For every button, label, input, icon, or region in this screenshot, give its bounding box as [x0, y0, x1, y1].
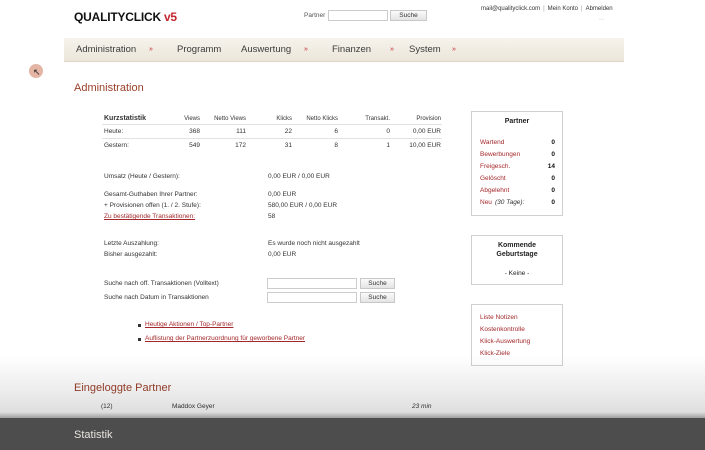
letzte-auszahlung-label: Letzte Auszahlung: — [104, 240, 159, 247]
stats-cell: 0,00 EUR — [412, 128, 441, 135]
partner-bewerbungen-count: 0 — [551, 151, 555, 158]
stats-cell: 111 — [236, 128, 246, 135]
nav-system[interactable]: System — [409, 38, 441, 62]
header-small-icons: ▫ ▫ — [599, 17, 604, 23]
bestaetigen-link[interactable]: Zu bestätigende Transaktionen: — [104, 213, 195, 220]
stats-header-transakt: Transakt. — [365, 116, 390, 122]
account-email: mail@qualityclick.com — [481, 6, 541, 12]
partner-bewerbungen-link[interactable]: Bewerbungen — [480, 151, 520, 158]
partner-wartend-link[interactable]: Wartend — [480, 139, 504, 146]
partnerzuordnung-link[interactable]: Auflistung der Partnerzuordnung für gewo… — [145, 335, 305, 342]
provisionen-value: 580,00 EUR / 0,00 EUR — [268, 202, 338, 209]
birthday-empty-text: - Keine - — [504, 270, 530, 277]
logged-in-partners-title: Eingeloggte Partner — [74, 382, 172, 394]
stats-header-netto-views: Netto Views — [214, 116, 246, 122]
partner-geloescht-link[interactable]: Gelöscht — [480, 175, 506, 182]
kostenkontrolle-link[interactable]: Kostenkontrolle — [480, 326, 525, 333]
top-links: mail@qualityclick.com | Mein Konto | Abmelde… — [481, 6, 613, 12]
birthday-box-title-line1: Kommende — [497, 242, 537, 249]
nav-marker-icon: » — [390, 46, 394, 53]
nav-auswertung[interactable]: Auswertung — [241, 38, 291, 62]
page-title: Administration — [74, 82, 144, 94]
logout-link[interactable]: Abmelden — [586, 6, 613, 12]
letzte-auszahlung-value: Es wurde noch nicht ausgezahlt — [268, 240, 360, 247]
logo[interactable]: QUALITYCLICK v5 — [74, 10, 177, 24]
partner-abgelehnt-count: 0 — [551, 187, 555, 194]
stats-header-klicks: Klicks — [276, 116, 292, 122]
partner-search-label: Partner — [304, 12, 326, 19]
birthday-box-title-line2: Geburtstage — [496, 251, 538, 258]
partner-geloescht-count: 0 — [551, 175, 555, 182]
logged-in-partner-id[interactable]: (12) — [101, 403, 113, 410]
logo-text: QUALITYCLICK — [74, 10, 161, 24]
umsatz-label: Umsatz (Heute / Gestern): — [104, 173, 180, 180]
stats-cell: 10,00 EUR — [409, 142, 441, 149]
partner-neu-period: (30 Tage): — [495, 199, 525, 206]
nav-finanzen[interactable]: Finanzen — [332, 38, 371, 62]
partner-wartend-count: 0 — [551, 139, 555, 146]
nav-programm[interactable]: Programm — [177, 38, 221, 62]
stats-cell: 8 — [334, 142, 338, 149]
stats-cell: 22 — [284, 128, 292, 135]
bestaetigen-value: 58 — [268, 213, 276, 220]
bisher-label: Bisher ausgezahlt: — [104, 251, 158, 258]
heutige-aktionen-link[interactable]: Heutige Aktionen / Top-Partner — [145, 321, 233, 328]
stats-cell: 549 — [189, 142, 200, 149]
nav-marker-icon: » — [149, 46, 153, 53]
datum-search-input[interactable] — [267, 292, 357, 303]
volltext-search-input[interactable] — [267, 278, 357, 289]
volltext-search-label: Suche nach off. Transaktionen (Volltext) — [104, 280, 219, 287]
klick-ziele-link[interactable]: Klick-Ziele — [480, 350, 510, 357]
partner-search-input[interactable] — [328, 10, 388, 21]
statistik-title: Statistik — [74, 429, 113, 441]
stats-header-netto-klicks: Netto Klicks — [306, 116, 338, 122]
bisher-value: 0,00 EUR — [268, 251, 297, 258]
main-nav: Administration » Programm Auswertung » F… — [64, 38, 624, 62]
datum-search-label: Suche nach Datum in Transaktionen — [104, 294, 209, 301]
datum-search-button[interactable]: Suche — [360, 292, 395, 303]
stats-cell: 368 — [189, 128, 200, 135]
logged-in-partner-name[interactable]: Maddox Geyer — [172, 403, 215, 410]
umsatz-value: 0,00 EUR / 0,00 EUR — [268, 173, 330, 180]
nav-administration[interactable]: Administration — [76, 38, 136, 62]
bullet-icon — [138, 338, 141, 341]
birthday-box: Kommende Geburtstage - Keine - — [471, 235, 563, 285]
guthaben-value: 0,00 EUR — [268, 191, 297, 198]
stats-cell: 0 — [386, 128, 390, 135]
partner-neu-link[interactable]: Neu — [480, 199, 492, 206]
logged-in-partner-time: 23 min — [412, 403, 432, 410]
stats-row-label: Heute: — [104, 128, 124, 135]
provisionen-label: + Provisionen offen (1. / 2. Stufe): — [104, 202, 201, 209]
partner-abgelehnt-link[interactable]: Abgelehnt — [480, 187, 509, 194]
partner-box: Partner Wartend 0 Bewerbungen 0 Freigesc… — [471, 111, 563, 216]
stats-header-views: Views — [184, 116, 200, 122]
tools-box: Liste Notizen Kostenkontrolle Klick-Ausw… — [471, 304, 563, 366]
bullet-icon — [138, 324, 141, 327]
stats-cell: 172 — [235, 142, 246, 149]
my-account-link[interactable]: Mein Konto — [548, 6, 578, 12]
stats-cell: 31 — [284, 142, 292, 149]
stats-cell: 1 — [386, 142, 390, 149]
klick-auswertung-link[interactable]: Klick-Auswertung — [480, 338, 530, 345]
nav-marker-icon: » — [452, 46, 456, 53]
liste-notizen-link[interactable]: Liste Notizen — [480, 314, 518, 321]
partner-freigeschaltet-count: 14 — [547, 163, 555, 170]
partner-box-title: Partner — [504, 118, 530, 125]
stats-cell: 6 — [334, 128, 338, 135]
stats-header-provision: Provision — [416, 116, 441, 122]
nav-marker-icon: » — [304, 46, 308, 53]
volltext-search-button[interactable]: Suche — [360, 278, 395, 289]
partner-neu-count: 0 — [551, 199, 555, 206]
stats-row-label: Gestern: — [104, 142, 129, 149]
partner-freigeschaltet-link[interactable]: Freigesch. — [480, 163, 510, 170]
cursor-icon: ↖ — [33, 67, 41, 77]
guthaben-label: Gesamt-Guthaben Ihrer Partner: — [104, 191, 198, 198]
stats-header-title: Kurzstatistik — [104, 115, 147, 122]
logo-version: v5 — [163, 10, 177, 24]
partner-search-button[interactable]: Suche — [390, 10, 427, 21]
